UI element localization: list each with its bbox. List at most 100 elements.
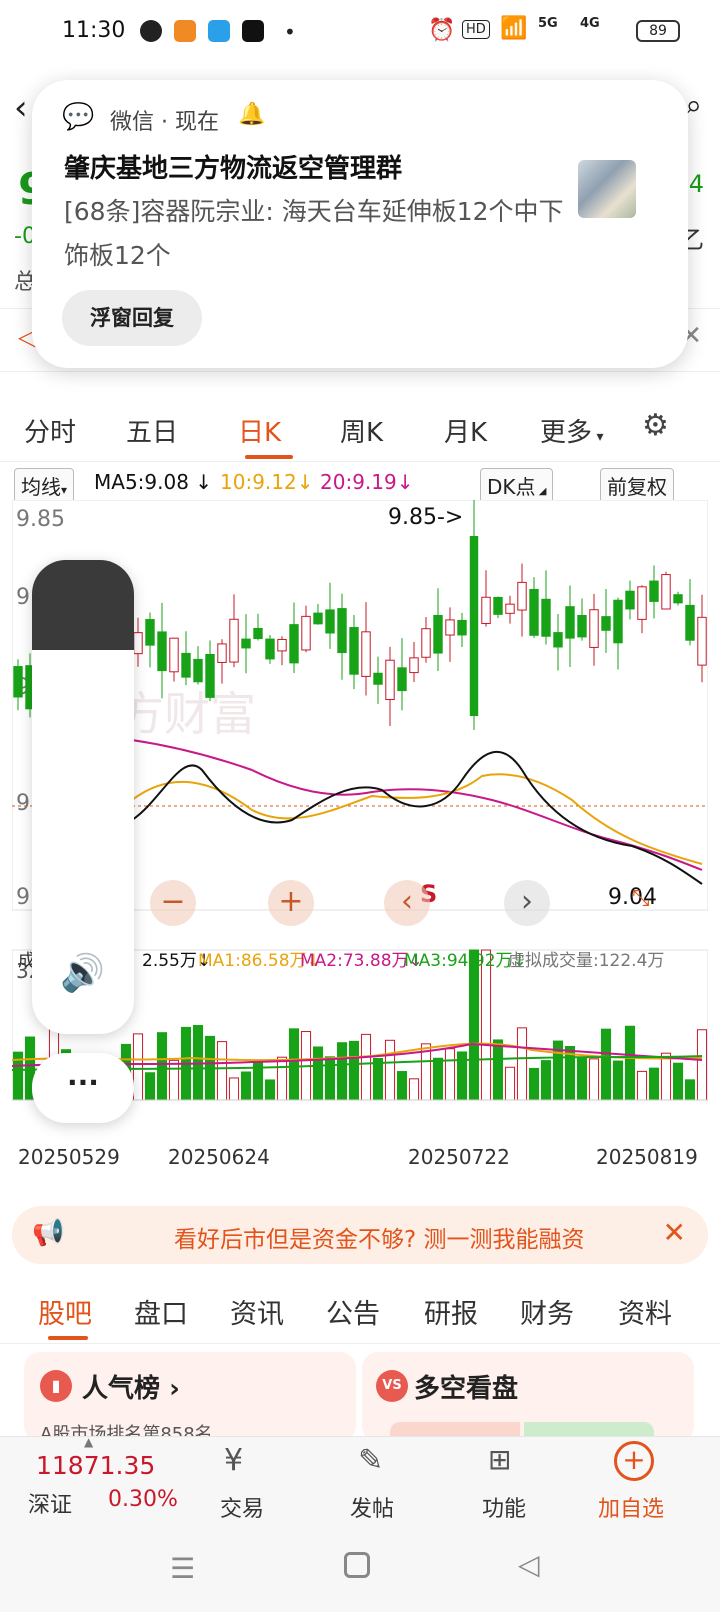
- chart-icon: ▮: [40, 1370, 72, 1402]
- edit-icon[interactable]: ✎: [358, 1443, 383, 1478]
- speaker-icon[interactable]: 🔊: [60, 952, 105, 994]
- candle-body: [217, 643, 227, 663]
- candle-body: [469, 536, 479, 716]
- trade-button[interactable]: 交易: [220, 1491, 264, 1523]
- notification-app: 微信 · 现在: [110, 110, 219, 135]
- tab-zixun[interactable]: 资讯: [230, 1292, 284, 1331]
- vol-ma2-text: MA2:73.88万: [300, 951, 409, 971]
- candle-body: [373, 672, 383, 685]
- promo-bar[interactable]: 📢 看好后市但是资金不够? 测一测我能融资 ✕: [12, 1206, 708, 1264]
- candle-body: [253, 627, 263, 640]
- volume-bar: [444, 1048, 456, 1101]
- hd-icon: HD: [462, 20, 490, 39]
- candle-body: [313, 612, 323, 625]
- candle-body: [241, 638, 251, 649]
- index-name[interactable]: 深证: [28, 1487, 72, 1519]
- volume-bar: [528, 1067, 540, 1101]
- alarm-icon: ⏰: [428, 18, 456, 43]
- home-icon[interactable]: [344, 1552, 370, 1578]
- volume-bar: [636, 1070, 648, 1101]
- popularity-card[interactable]: ▮ 人气榜 › A股市场排名第858名: [24, 1352, 356, 1445]
- tab-yanbao[interactable]: 研报: [424, 1292, 478, 1331]
- fuquan-button[interactable]: 前复权: [600, 468, 674, 503]
- more-dot-icon: •: [284, 20, 296, 44]
- tab-guba[interactable]: 股吧: [38, 1292, 92, 1331]
- volume-slider[interactable]: 🔊: [32, 560, 134, 1034]
- volume-bar: [252, 1059, 264, 1101]
- y-label-top: 9.85: [16, 507, 65, 532]
- candle-body: [157, 631, 167, 672]
- volume-bar: [348, 1040, 360, 1101]
- virtual-volume: 虚拟成交量:122.4万: [508, 951, 665, 971]
- tab-ziliao[interactable]: 资料: [618, 1292, 672, 1331]
- volume-bar: [516, 1027, 528, 1101]
- tab-rik[interactable]: 日K: [238, 412, 281, 449]
- zoom-out-button[interactable]: −: [150, 880, 196, 926]
- vs-icon: VS: [376, 1370, 408, 1402]
- volume-bar: [276, 1056, 288, 1101]
- volume-bar: [384, 1039, 396, 1101]
- reply-button[interactable]: 浮窗回复: [62, 290, 202, 346]
- bull-bear-card[interactable]: VS 多空看盘: [362, 1352, 694, 1442]
- candle-body: [181, 652, 191, 678]
- menu-icon[interactable]: ☰: [170, 1552, 195, 1585]
- tab-zhouk[interactable]: 周K: [340, 412, 383, 449]
- close-icon[interactable]: ✕: [663, 1216, 686, 1249]
- volume-bar: [228, 1077, 240, 1101]
- candle-body: [133, 632, 143, 655]
- prev-button[interactable]: ‹: [384, 880, 430, 926]
- tab-yuek[interactable]: 月K: [444, 412, 487, 449]
- candle-body: [145, 619, 155, 646]
- add-watchlist-button[interactable]: 加自选: [598, 1491, 664, 1523]
- tab-caiwu[interactable]: 财务: [520, 1292, 574, 1331]
- bull-bear-title: 多空看盘: [414, 1374, 519, 1404]
- grid-icon[interactable]: ⊞: [488, 1443, 511, 1476]
- settings-gear-icon[interactable]: ⚙: [642, 408, 669, 443]
- system-nav-bar: ☰ ◁: [0, 1536, 720, 1612]
- candle-body: [205, 653, 215, 698]
- ma20-value-text: 20:9.19: [320, 470, 397, 494]
- volume-bar: [684, 1079, 696, 1101]
- status-bar: 11:30 • ⏰ HD 📶 5G 4G 89: [0, 0, 720, 64]
- volume-bar: [660, 1052, 672, 1101]
- expand-icon[interactable]: ⤡: [632, 886, 650, 911]
- content-tabs: 股吧 盘口 资讯 公告 研报 财务 资料: [0, 1276, 720, 1344]
- yen-icon[interactable]: ¥: [224, 1443, 243, 1478]
- tab-more[interactable]: 更多 ▾: [540, 412, 604, 449]
- tab-fenshi[interactable]: 分时: [24, 412, 76, 449]
- tab-pankou[interactable]: 盘口: [134, 1292, 188, 1331]
- dk-button[interactable]: DK点 ◢: [480, 468, 554, 503]
- candle-body: [421, 628, 431, 658]
- function-button[interactable]: 功能: [482, 1491, 526, 1523]
- next-button[interactable]: ›: [504, 880, 550, 926]
- telegram-icon: [208, 20, 230, 42]
- index-pct[interactable]: 0.30%: [108, 1487, 178, 1512]
- candle-body: [229, 618, 239, 663]
- date-label-2: 20250624: [168, 1145, 270, 1169]
- volume-bar: [144, 1072, 156, 1101]
- wifi-icon: 📶: [500, 16, 528, 41]
- back-nav-icon[interactable]: ◁: [518, 1548, 540, 1581]
- candle-body: [661, 574, 671, 610]
- back-icon[interactable]: ‹: [14, 88, 28, 128]
- zoom-in-button[interactable]: +: [268, 880, 314, 926]
- tab-wuri[interactable]: 五日: [126, 412, 178, 449]
- volume-more-button[interactable]: ···: [32, 1053, 134, 1123]
- index-value[interactable]: 11871.35: [36, 1451, 155, 1480]
- candle-body: [445, 619, 455, 636]
- add-icon[interactable]: +: [614, 1441, 654, 1481]
- vol-ma1-text: MA1:86.58万: [198, 951, 307, 971]
- candle-body: [505, 603, 515, 614]
- candle-body: [397, 667, 407, 692]
- ma-select[interactable]: 均线▾: [14, 468, 75, 503]
- wechat-notification[interactable]: 💬 微信 · 现在 🔔 肇庆基地三方物流返空管理群 [68条]容器阮宗业: 海天…: [32, 80, 688, 368]
- candle-body: [169, 637, 179, 673]
- post-button[interactable]: 发帖: [350, 1491, 394, 1523]
- volume-bar: [648, 1067, 660, 1101]
- volume-bar: [360, 1033, 372, 1101]
- tab-gonggao[interactable]: 公告: [326, 1292, 380, 1331]
- tab-more-label: 更多: [540, 418, 593, 448]
- ma10-value-text: 10:9.12: [220, 470, 297, 494]
- volume-bar: [288, 1028, 300, 1101]
- date-label-3: 20250722: [408, 1145, 510, 1169]
